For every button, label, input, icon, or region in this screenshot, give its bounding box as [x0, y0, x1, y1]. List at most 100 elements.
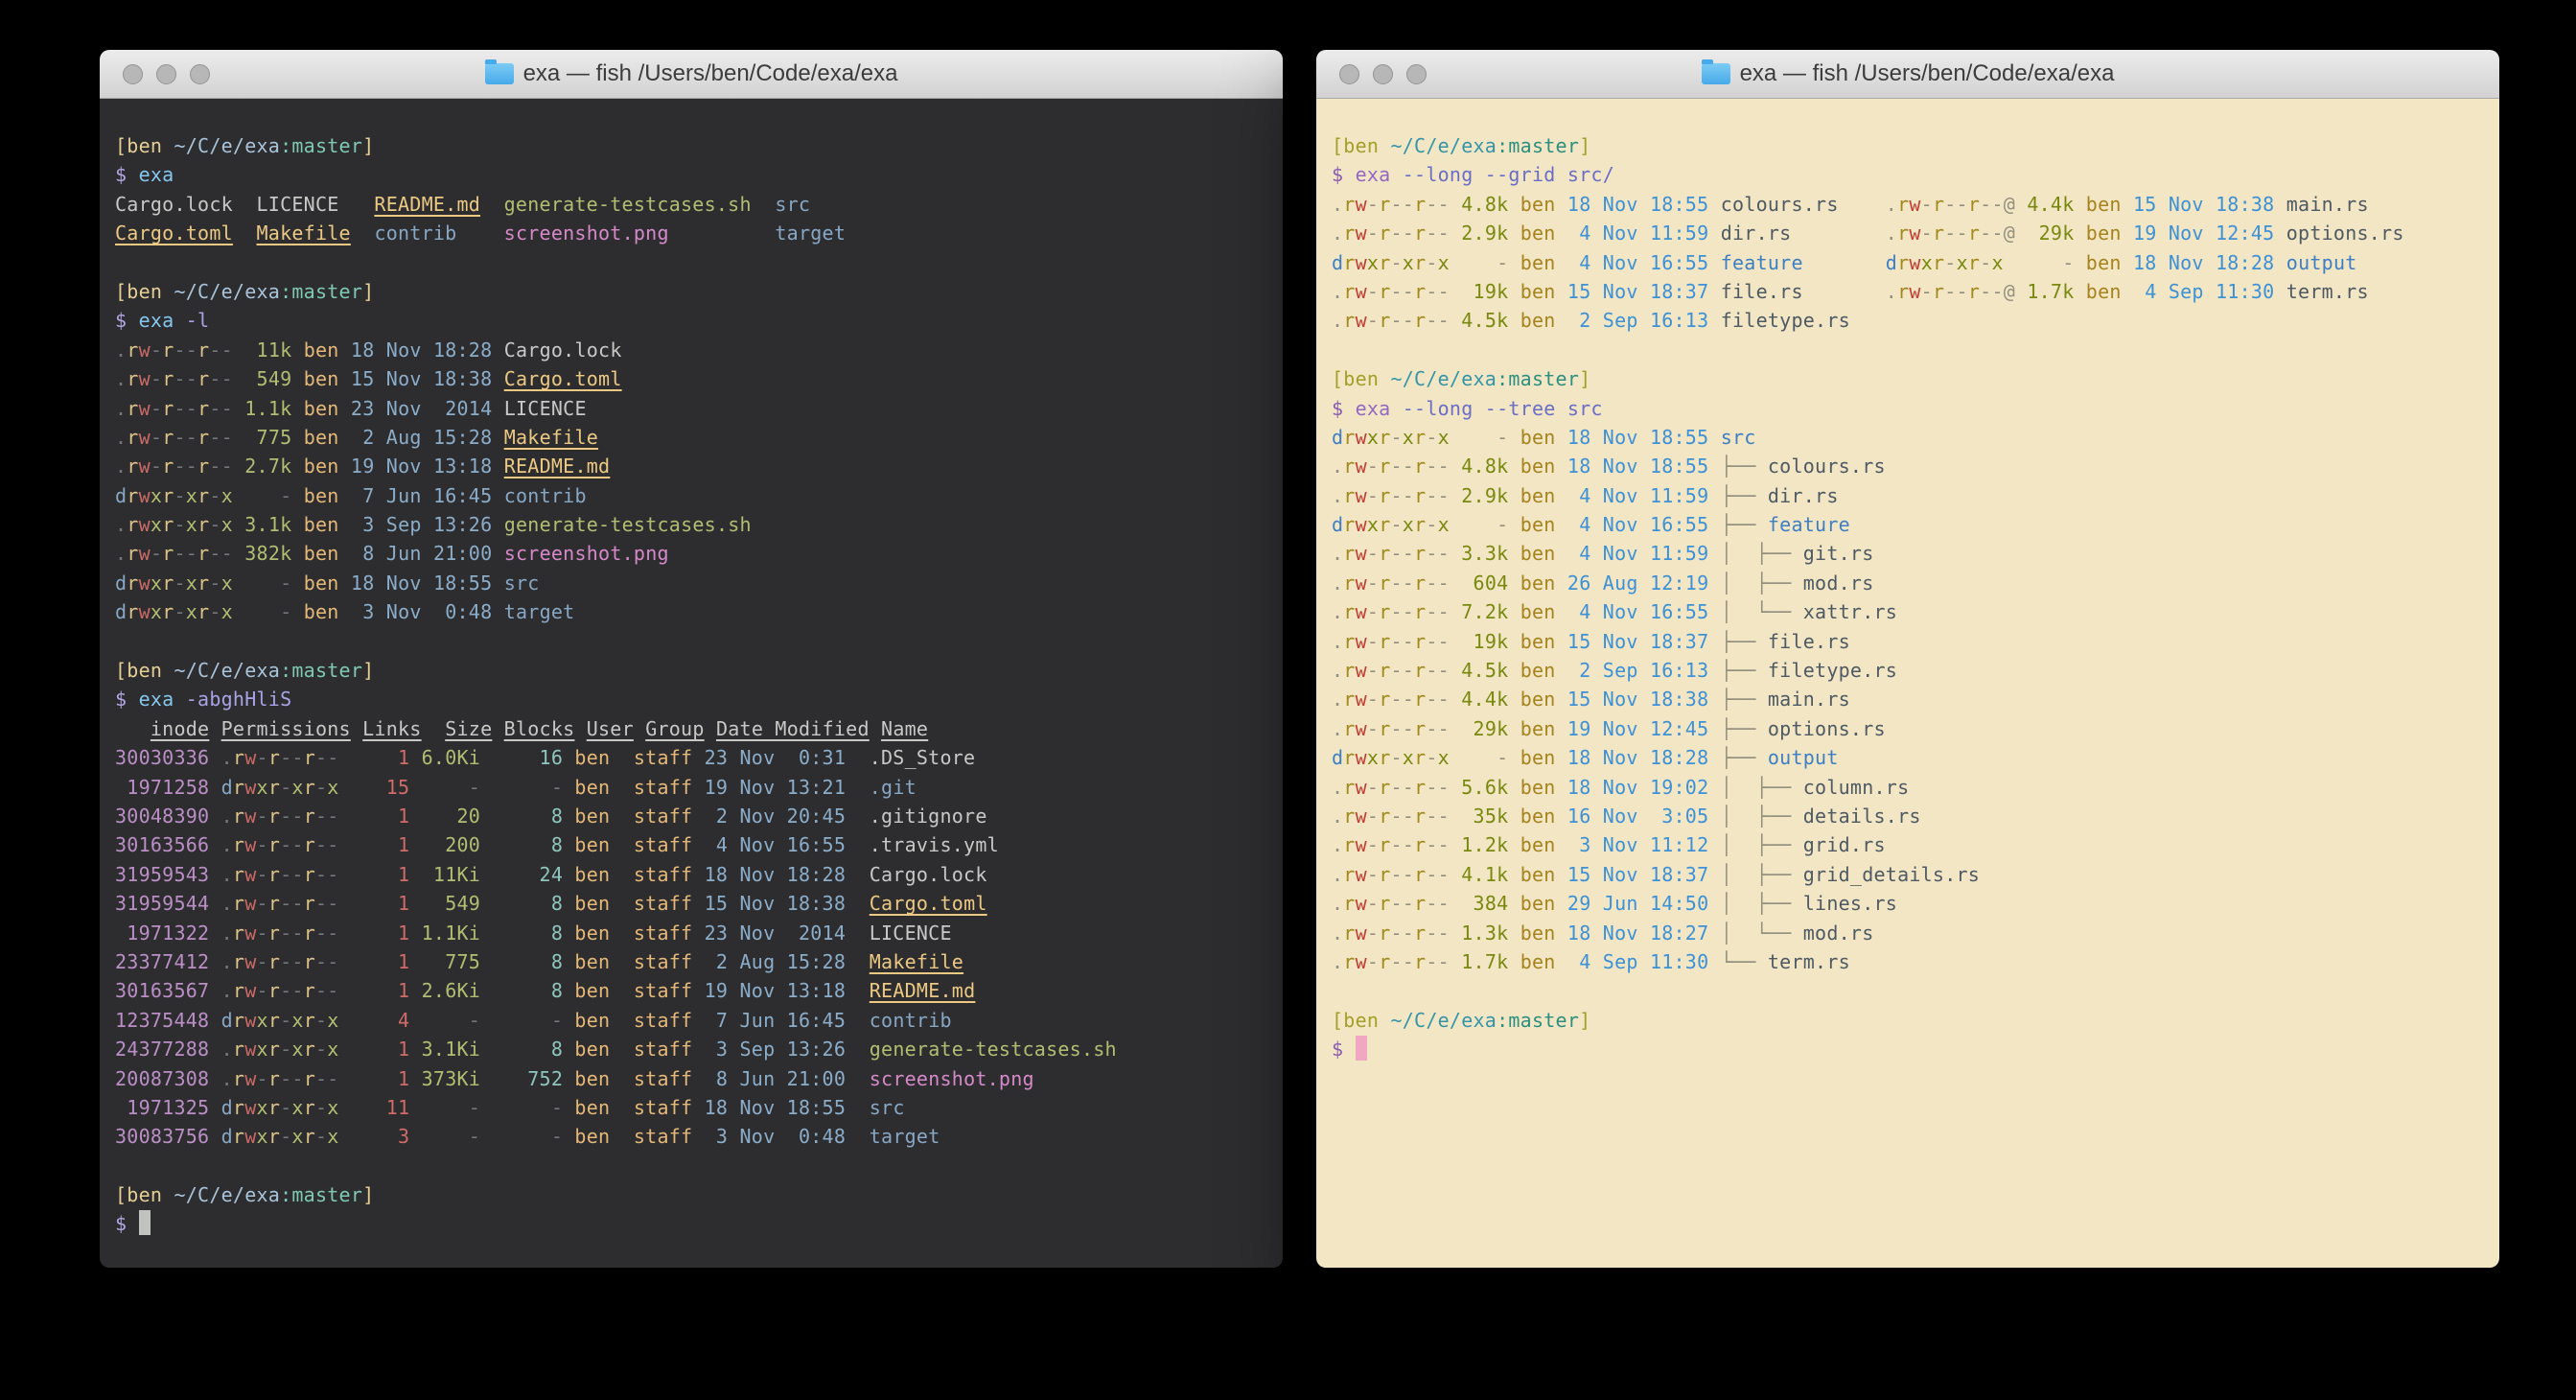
text-segment: Makefile [870, 950, 963, 973]
text-segment: -- [1426, 659, 1450, 682]
terminal-line [1332, 336, 2484, 364]
text-segment: 30163567 [115, 979, 209, 1002]
text-segment: Cargo.toml [115, 222, 233, 245]
text-segment: 18 Nov 18:55 [1556, 426, 1709, 449]
text-segment: -- [1390, 950, 1414, 973]
text-segment: r [268, 1096, 280, 1119]
text-segment: - [1367, 776, 1379, 799]
text-segment: screenshot.png [504, 542, 669, 565]
text-segment [209, 863, 220, 886]
text-segment [209, 776, 220, 799]
text-segment: 23 Nov 2014 [692, 922, 846, 945]
text-segment: 19 Nov 13:18 [692, 979, 846, 1002]
text-segment: 3 Nov 0:48 [339, 600, 493, 623]
text-segment: . [115, 542, 127, 565]
text-segment: - [480, 1096, 563, 1119]
text-segment: -- [1390, 776, 1414, 799]
text-segment: x [1403, 426, 1414, 449]
text-segment: . [1332, 833, 1343, 856]
text-segment [846, 1009, 870, 1032]
text-segment: r [1414, 222, 1426, 245]
text-segment: r [1379, 717, 1390, 740]
zoom-button[interactable] [1406, 64, 1427, 84]
text-segment: - [1367, 833, 1379, 856]
text-segment: x [1367, 426, 1379, 449]
text-segment [492, 426, 503, 449]
text-segment: r [1343, 280, 1355, 303]
text-segment: Permissions [221, 717, 351, 740]
text-segment: 30030336 [115, 746, 209, 769]
text-segment: r [1933, 193, 1944, 216]
text-segment: 4.8k [1450, 455, 1508, 478]
text-segment: x [327, 776, 338, 799]
cursor [1356, 1036, 1367, 1061]
text-segment: ben [1508, 513, 1555, 536]
terminal-line: 30163566 .rw-r--r-- 1 200 8 ben staff 4 … [115, 830, 1267, 859]
text-segment: -- [1390, 222, 1414, 245]
text-segment: r [1414, 776, 1426, 799]
text-segment: 19 Nov 13:18 [339, 455, 493, 478]
text-segment: . [1332, 193, 1343, 216]
text-segment: mod.rs [1803, 922, 1874, 945]
text-segment: - [480, 776, 563, 799]
text-segment: x [221, 572, 233, 595]
text-segment: r [1414, 513, 1426, 536]
titlebar[interactable]: exa — fish /Users/ben/Code/exa/exa [1316, 50, 2499, 99]
text-segment: r [233, 833, 244, 856]
text-segment: ben [291, 600, 338, 623]
close-button[interactable] [123, 64, 143, 84]
text-segment: - [233, 600, 291, 623]
text-segment: generate-testcases.sh [870, 1038, 1117, 1061]
text-segment: x [1367, 746, 1379, 769]
terminal-line: $ [115, 1209, 1267, 1238]
titlebar[interactable]: exa — fish /Users/ben/Code/exa/exa [100, 50, 1283, 99]
terminal-body[interactable]: [ben ~/C/e/exa:master]$ exa --long --gri… [1316, 99, 2499, 1268]
text-segment: r [1414, 484, 1426, 507]
text-segment [846, 776, 870, 799]
text-segment: 2.9k [1450, 484, 1508, 507]
text-segment: ben [291, 455, 338, 478]
text-segment: - [315, 1038, 327, 1061]
text-segment: Cargo.lock LICENCE [115, 193, 374, 216]
text-segment: -- [315, 979, 339, 1002]
text-segment: r [1414, 542, 1426, 565]
text-segment: w [1356, 805, 1367, 828]
text-segment: r [1379, 484, 1390, 507]
text-segment: ~/C/e/exa [1390, 367, 1497, 390]
text-segment: Date Modified [716, 717, 870, 740]
text-segment: . [221, 892, 233, 915]
text-segment: r [1414, 193, 1426, 216]
text-segment: 382k [233, 542, 291, 565]
text-segment: - [1367, 542, 1379, 565]
text-segment: . [221, 805, 233, 828]
text-segment: 4 Nov 16:55 [1556, 600, 1709, 623]
text-segment: - [174, 572, 185, 595]
text-segment: filetype.rs [1708, 309, 1850, 332]
text-segment: 15 Nov 18:38 [2122, 193, 2275, 216]
text-segment: ] [362, 659, 374, 682]
minimize-button[interactable] [156, 64, 176, 84]
text-segment [209, 805, 220, 828]
text-segment: - [1367, 659, 1379, 682]
text-segment: x [186, 484, 197, 507]
terminal-body[interactable]: [ben ~/C/e/exa:master]$ exaCargo.lock LI… [100, 99, 1283, 1268]
text-segment: contrib [374, 222, 456, 245]
text-segment: w [1356, 863, 1367, 886]
text-segment: r [233, 1009, 244, 1032]
text-segment: r [1414, 280, 1426, 303]
text-segment: - [174, 513, 185, 536]
text-segment: -- [280, 922, 304, 945]
text-segment: file.rs [1708, 280, 1885, 303]
text-segment: - [1944, 251, 1956, 274]
text-segment: 1971258 [115, 776, 209, 799]
text-segment: 4.5k [1450, 309, 1508, 332]
text-segment [209, 1125, 220, 1148]
zoom-button[interactable] [190, 64, 210, 84]
text-segment: ben staff [563, 1067, 692, 1090]
text-segment: [ben [115, 1183, 174, 1206]
text-segment: -- [280, 863, 304, 886]
text-segment: r [197, 484, 209, 507]
close-button[interactable] [1339, 64, 1359, 84]
minimize-button[interactable] [1373, 64, 1393, 84]
text-segment: - [151, 542, 162, 565]
